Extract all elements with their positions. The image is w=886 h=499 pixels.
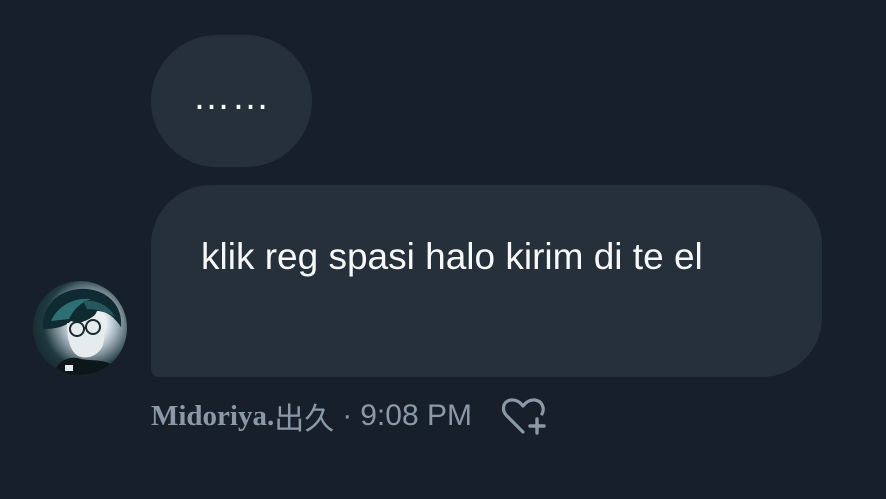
avatar-image — [42, 288, 122, 375]
message-meta: Midoriya. 出久 · 9:08 PM — [151, 395, 548, 437]
heart-plus-icon[interactable] — [498, 395, 548, 437]
message-bubble-ellipsis[interactable]: …… — [151, 35, 312, 167]
message-timestamp: 9:08 PM — [360, 399, 472, 432]
message-text: klik reg spasi halo kirim di te el — [201, 236, 703, 277]
avatar[interactable] — [33, 281, 127, 375]
meta-separator: · — [342, 399, 353, 432]
sender-name-suffix: 出久 — [274, 403, 335, 436]
message-bubble[interactable]: klik reg spasi halo kirim di te el — [151, 185, 822, 377]
dm-conversation: …… klik reg spasi halo kirim di te el Mi… — [0, 0, 886, 499]
message-text: …… — [192, 75, 271, 118]
sender-name[interactable]: Midoriya. — [151, 400, 274, 433]
